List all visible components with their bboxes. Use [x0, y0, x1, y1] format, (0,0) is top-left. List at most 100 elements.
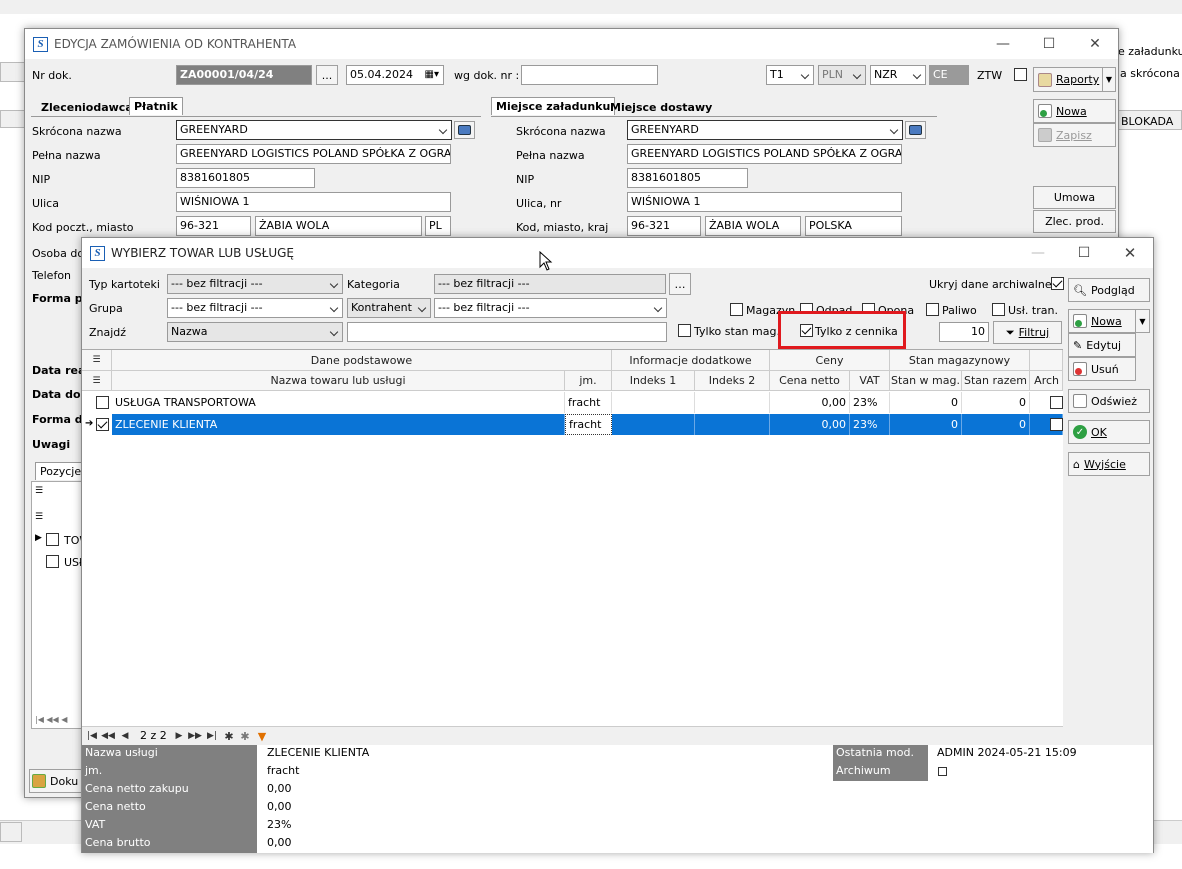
typ-kartoteki-select[interactable]: --- bez filtracji --- — [167, 274, 343, 294]
minimize-button[interactable]: — — [1015, 238, 1061, 268]
calendar-icon[interactable]: ▦▾ — [425, 69, 439, 80]
nr-dok-browse-button[interactable]: ... — [316, 65, 338, 85]
kontrahent-select[interactable]: Kontrahent — [347, 298, 431, 318]
grupa-select[interactable]: --- bez filtracji --- — [167, 298, 343, 318]
grid-menu-icon[interactable]: ☰ — [82, 350, 112, 371]
nowa-button[interactable]: Nowa — [1068, 309, 1136, 333]
maximize-button[interactable]: ☐ — [1026, 29, 1072, 59]
column-header-vat[interactable]: VAT — [850, 371, 890, 391]
right-kod-field[interactable]: 96-321 — [627, 216, 701, 236]
left-kraj-field[interactable]: PL — [425, 216, 451, 236]
right-pelna-field[interactable]: GREENYARD LOGISTICS POLAND SPÓŁKA Z OGRA… — [627, 144, 902, 164]
filtruj-button[interactable]: ⏷ Filtruj — [993, 321, 1062, 344]
nzr-select[interactable]: NZR — [870, 65, 926, 85]
arch-checkbox[interactable] — [1050, 418, 1063, 431]
zlec-prod-button[interactable]: Zlec. prod. — [1033, 210, 1116, 233]
date-field[interactable]: 05.04.2024 ▦▾ — [346, 65, 444, 85]
column-header-jm[interactable]: jm. — [565, 371, 612, 391]
left-miasto-field[interactable]: ŻABIA WOLA — [255, 216, 422, 236]
wg-dok-field[interactable] — [521, 65, 658, 85]
row-checkbox[interactable] — [46, 533, 59, 546]
usun-button[interactable]: Usuń — [1068, 357, 1136, 381]
ztw-checkbox[interactable] — [1014, 68, 1027, 81]
tylko-stan-checkbox[interactable] — [678, 324, 691, 337]
funnel-icon[interactable]: ▼ — [255, 727, 269, 745]
nr-dok-field[interactable]: ZA00001/04/24 — [176, 65, 312, 85]
row-checkbox[interactable] — [46, 555, 59, 568]
left-address-book-icon[interactable] — [454, 121, 475, 139]
limit-field[interactable]: 10 — [939, 322, 989, 342]
field-label: NIP — [516, 173, 535, 186]
odswiez-button[interactable]: Odśwież — [1068, 389, 1150, 413]
magazyn-checkbox[interactable] — [730, 303, 743, 316]
ce-field[interactable]: CE — [929, 65, 969, 85]
table-row[interactable]: USŁUGA TRANSPORTOWA fracht 0,00 23% 0 0 — [82, 392, 1063, 414]
nowa-dropdown-button[interactable]: ▼ — [1135, 309, 1150, 333]
right-kraj-field[interactable]: POLSKA — [805, 216, 902, 236]
next-page-button[interactable]: ▶ — [172, 727, 186, 745]
kontrahent-filter-select[interactable]: --- bez filtracji --- — [434, 298, 667, 318]
field-label: Kod poczt., miasto — [32, 221, 134, 234]
column-header-arch[interactable]: Arch — [1030, 371, 1063, 391]
right-ulica-field[interactable]: WIŚNIOWA 1 — [627, 192, 902, 212]
right-nip-field[interactable]: 8381601805 — [627, 168, 748, 188]
close-button[interactable]: ✕ — [1072, 29, 1118, 59]
left-kod-field[interactable]: 96-321 — [176, 216, 251, 236]
left-skrocona-select[interactable]: GREENYARD — [176, 120, 452, 140]
tab-platnik[interactable]: Płatnik — [129, 97, 183, 115]
search-input[interactable] — [347, 322, 667, 342]
right-address-book-icon[interactable] — [905, 121, 926, 139]
edytuj-button[interactable]: ✎ Edytuj — [1068, 333, 1136, 357]
detail-value: ZLECENIE KLIENTA — [267, 746, 370, 759]
t1-select[interactable]: T1 — [766, 65, 814, 85]
kategoria-browse-button[interactable]: … — [669, 273, 691, 295]
close-button[interactable]: ✕ — [1107, 238, 1153, 268]
grid-menu-icon[interactable]: ☰ — [35, 512, 43, 522]
grid-menu-icon[interactable]: ☰ — [35, 486, 43, 496]
usl-tran-checkbox[interactable] — [992, 303, 1005, 316]
column-header-nazwa[interactable]: Nazwa towaru lub usługi — [112, 371, 565, 391]
column-header-cena-netto[interactable]: Cena netto — [770, 371, 850, 391]
row-checkbox[interactable] — [96, 418, 109, 431]
right-skrocona-select[interactable]: GREENYARD — [627, 120, 903, 140]
tylko-cennika-checkbox[interactable] — [800, 324, 813, 337]
ok-button[interactable]: ✓ OK — [1068, 420, 1150, 444]
right-miasto-field[interactable]: ŻABIA WOLA — [705, 216, 801, 236]
prev-block-button[interactable]: ◀◀ — [101, 727, 115, 745]
tab-miejsce-dostawy[interactable]: Miejsce dostawy — [606, 99, 716, 117]
prev-page-button[interactable]: ◀ — [118, 727, 132, 745]
podglad-button[interactable]: 🔍︎ Podgląd — [1068, 278, 1150, 302]
tab-miejsce-zaladunku[interactable]: Miejsce załadunku — [491, 97, 616, 115]
asterisk-filter-icon[interactable]: ✱ — [238, 727, 252, 745]
raporty-button[interactable]: Raporty — [1033, 67, 1103, 92]
tab-zleceniodawca[interactable]: Zleceniodawca — [37, 99, 137, 117]
left-pelna-field[interactable]: GREENYARD LOGISTICS POLAND SPÓŁKA Z OGRA… — [176, 144, 451, 164]
raporty-dropdown-button[interactable]: ▼ — [1102, 67, 1116, 92]
table-row-selected[interactable]: ➔ ZLECENIE KLIENTA fracht 0,00 23% 0 0 — [82, 414, 1063, 436]
first-page-button[interactable]: |◀ — [85, 727, 99, 745]
currency-select[interactable]: PLN — [818, 65, 866, 85]
left-ulica-field[interactable]: WIŚNIOWA 1 — [176, 192, 451, 212]
znajdz-select[interactable]: Nazwa — [167, 322, 343, 342]
maximize-button[interactable]: ☐ — [1061, 238, 1107, 268]
asterisk-icon[interactable]: ✱ — [222, 727, 236, 745]
left-nip-field[interactable]: 8381601805 — [176, 168, 315, 188]
ukryj-archiwalne-checkbox[interactable] — [1051, 277, 1064, 290]
next-block-button[interactable]: ▶▶ — [188, 727, 202, 745]
arch-checkbox[interactable] — [1050, 396, 1063, 409]
column-header-indeks1[interactable]: Indeks 1 — [612, 371, 695, 391]
grid-menu-icon[interactable]: ☰ — [82, 371, 112, 391]
paliwo-checkbox[interactable] — [926, 303, 939, 316]
last-page-button[interactable]: ▶| — [205, 727, 219, 745]
zapisz-button[interactable]: Zapisz — [1033, 123, 1116, 147]
nowa-button[interactable]: Nowa — [1033, 99, 1116, 123]
kategoria-field[interactable]: --- bez filtracji --- — [434, 274, 666, 294]
row-checkbox[interactable] — [96, 396, 109, 409]
umowa-button[interactable]: Umowa — [1033, 186, 1116, 209]
column-header-stan-razem[interactable]: Stan razem — [962, 371, 1030, 391]
wyjscie-button[interactable]: ⌂ Wyjście — [1068, 452, 1150, 476]
column-header-indeks2[interactable]: Indeks 2 — [695, 371, 770, 391]
doku-button[interactable]: Doku — [29, 769, 89, 793]
minimize-button[interactable]: — — [980, 29, 1026, 59]
column-header-stan-w-mag[interactable]: Stan w mag. — [890, 371, 962, 391]
